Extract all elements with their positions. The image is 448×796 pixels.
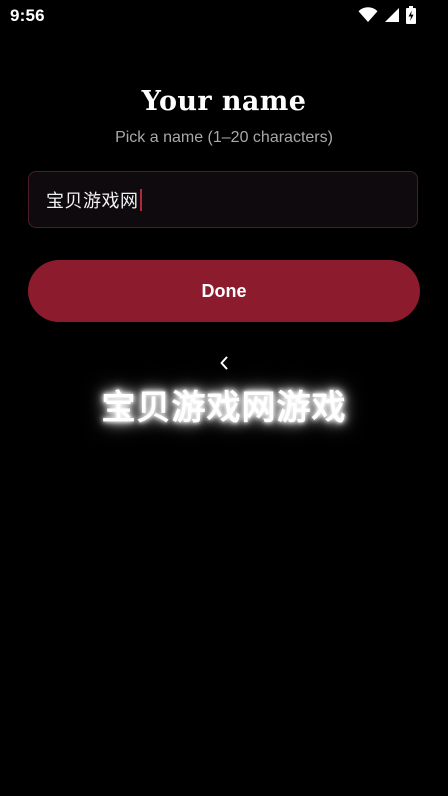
page-subtitle: Pick a name (1–20 characters): [115, 129, 333, 146]
battery-charging-icon: [406, 6, 416, 24]
status-bar: 9:56: [0, 0, 448, 32]
status-icons: [358, 6, 416, 24]
name-input[interactable]: 宝贝游戏网: [28, 171, 418, 228]
watermark-text: 宝贝游戏网游戏: [101, 388, 347, 428]
signal-icon: [384, 7, 400, 23]
wifi-icon: [358, 7, 378, 23]
text-caret: [139, 188, 142, 211]
status-time: 9:56: [10, 6, 45, 25]
back-chevron-icon[interactable]: [217, 352, 231, 374]
page-title: Your name: [141, 86, 307, 117]
name-input-value: 宝贝游戏网: [46, 190, 139, 211]
done-button[interactable]: Done: [28, 260, 420, 322]
